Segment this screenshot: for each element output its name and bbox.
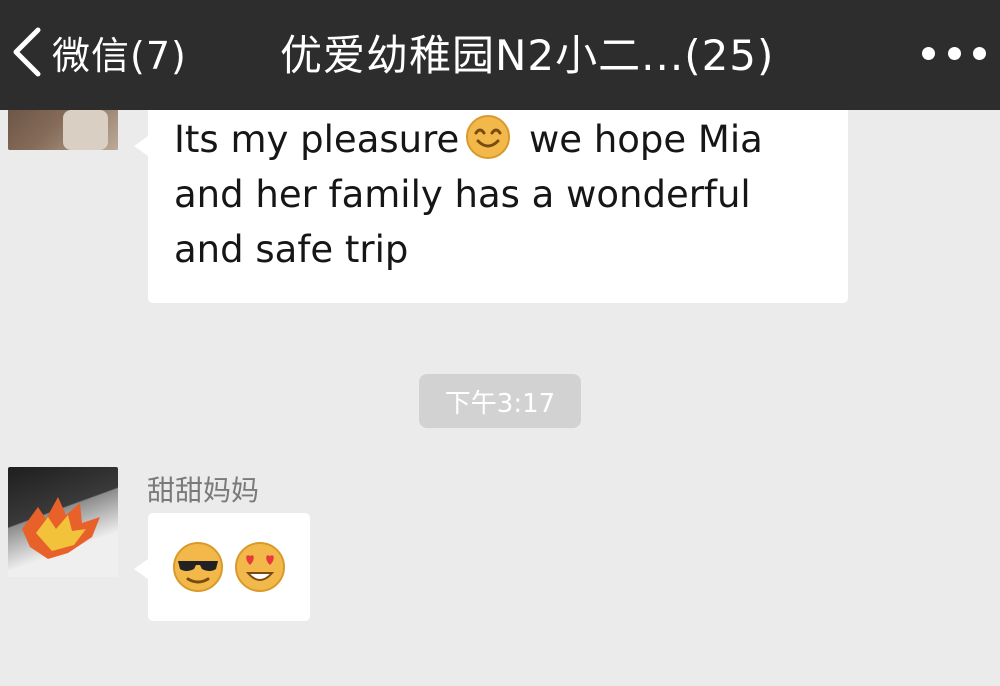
heart-eyes-emoji-icon: [235, 542, 285, 592]
message-bubble[interactable]: [134, 513, 310, 621]
flame-icon: [22, 497, 100, 559]
back-button[interactable]: 微信(7): [8, 22, 187, 82]
sender-name: 甜甜妈妈: [147, 474, 260, 507]
more-icon-dot: [973, 46, 986, 60]
message-text-part: Its my pleasure: [174, 118, 460, 161]
chevron-left-icon: [13, 27, 41, 77]
more-button[interactable]: [922, 38, 986, 68]
chat-screen: 微信(7) 优爱幼稚园N2小二...(25) Its my pleasure w…: [0, 0, 1000, 686]
timestamp: 下午3:17: [419, 374, 581, 428]
smile-emoji-icon: [466, 115, 511, 159]
back-label: 微信(7): [52, 33, 187, 78]
more-icon-dot: [922, 46, 935, 60]
message-text: Its my pleasure we hope Mia and her fami…: [174, 112, 822, 277]
sunglasses-emoji-icon: [173, 542, 223, 592]
avatar-image-detail: [63, 110, 108, 150]
message-bubble[interactable]: Its my pleasure we hope Mia and her fami…: [134, 100, 848, 303]
header-bar: 微信(7) 优爱幼稚园N2小二...(25): [0, 0, 1000, 110]
avatar[interactable]: [8, 467, 118, 577]
more-icon-dot: [947, 46, 961, 60]
chat-title: 优爱幼稚园N2小二...(25): [280, 30, 775, 80]
